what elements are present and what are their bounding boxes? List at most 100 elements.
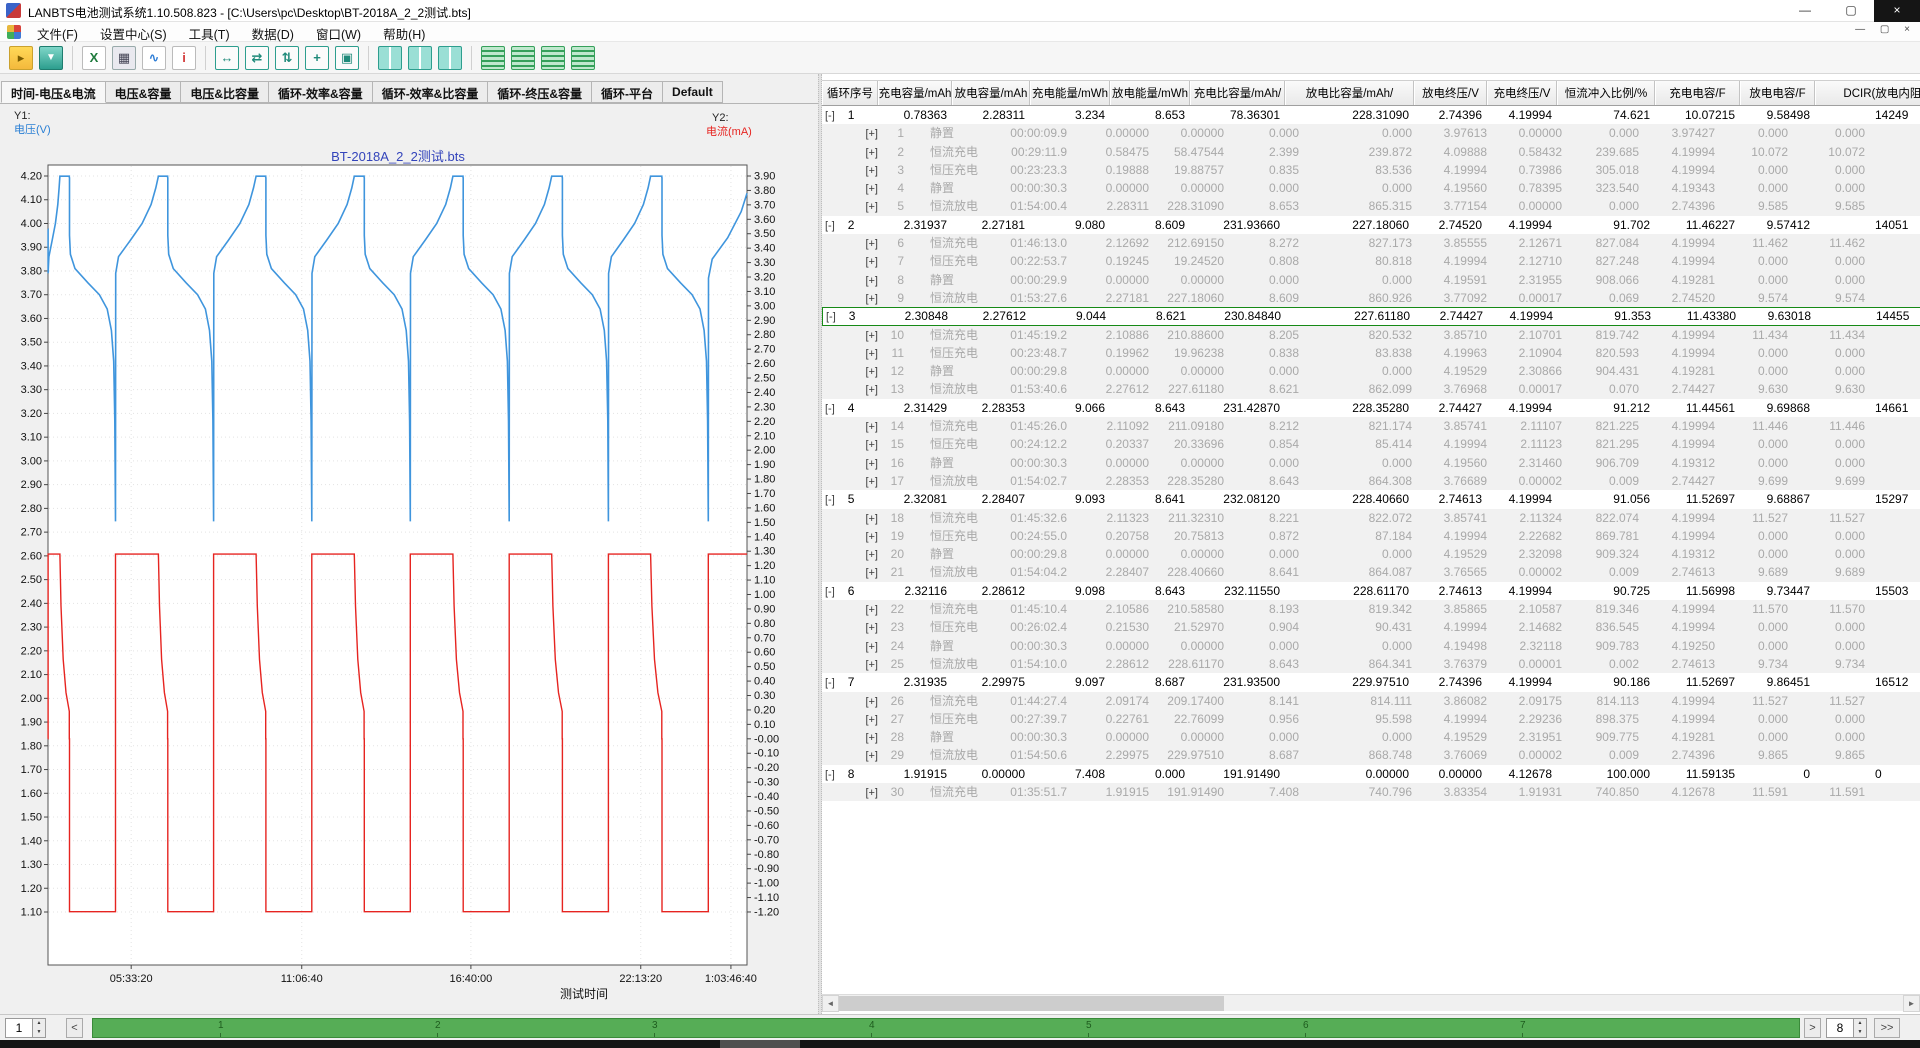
- step-row[interactable]: [+]6恒流充电01:46:13.02.12692212.691508.2728…: [822, 234, 1920, 252]
- step-row[interactable]: [+]2恒流充电00:29:11.90.5847558.475442.39923…: [822, 143, 1920, 161]
- expand-toggle-icon[interactable]: [+]: [865, 513, 878, 525]
- column-header[interactable]: 充电比容量/mAh/: [1190, 81, 1285, 105]
- expand-toggle-icon[interactable]: [+]: [865, 659, 878, 671]
- column-header[interactable]: 放电电容/F: [1740, 81, 1815, 105]
- expand-toggle-icon[interactable]: [+]: [865, 787, 878, 799]
- table-horizontal-scrollbar[interactable]: ◄ ►: [822, 994, 1920, 1011]
- open-file-icon[interactable]: ▸: [9, 46, 33, 70]
- menu-item[interactable]: 帮助(H): [372, 22, 436, 42]
- expand-toggle-icon[interactable]: [+]: [865, 458, 878, 470]
- collapse-toggle-icon[interactable]: [-]: [825, 677, 835, 689]
- step-row[interactable]: [+]3恒压充电00:23:23.30.1988819.887570.83583…: [822, 161, 1920, 179]
- step-row[interactable]: [+]18恒流充电01:45:32.62.11323211.323108.221…: [822, 509, 1920, 527]
- expand-toggle-icon[interactable]: [+]: [865, 641, 878, 653]
- column-header[interactable]: 循环序号: [822, 81, 878, 105]
- scrollbar-thumb[interactable]: [839, 996, 1224, 1011]
- step-row[interactable]: [+]17恒流放电01:54:02.72.28353228.352808.643…: [822, 472, 1920, 490]
- step-row[interactable]: [+]29恒流放电01:54:50.62.29975229.975108.687…: [822, 746, 1920, 764]
- expand-toggle-icon[interactable]: [+]: [865, 476, 878, 488]
- tab-电压&比容量[interactable]: 电压&比容量: [181, 81, 269, 103]
- menu-item[interactable]: 工具(T): [178, 22, 241, 42]
- step-row[interactable]: [+]13恒流放电01:53:40.62.27612227.611808.621…: [822, 380, 1920, 398]
- expand-toggle-icon[interactable]: [+]: [865, 183, 878, 195]
- layout-two-pane-icon[interactable]: [378, 46, 402, 70]
- tab-电压&容量[interactable]: 电压&容量: [106, 81, 182, 103]
- expand-toggle-icon[interactable]: [+]: [865, 714, 878, 726]
- step-row[interactable]: [+]7恒压充电00:22:53.70.1924519.245200.80880…: [822, 252, 1920, 270]
- spin-down-icon[interactable]: ▼: [1853, 1028, 1866, 1037]
- step-row[interactable]: [+]30恒流充电01:35:51.71.91915191.914907.408…: [822, 783, 1920, 801]
- cycle-row[interactable]: [-]22.319372.271819.0808.609231.93660227…: [822, 216, 1920, 234]
- column-header[interactable]: 充电电容/F: [1655, 81, 1740, 105]
- shrink-horizontal-icon[interactable]: ⇄: [245, 46, 269, 70]
- table-view-3-icon[interactable]: [541, 46, 565, 70]
- cycle-row[interactable]: [-]42.314292.283539.0668.643231.42870228…: [822, 399, 1920, 417]
- expand-toggle-icon[interactable]: [+]: [865, 348, 878, 360]
- tab-Default[interactable]: Default: [663, 81, 723, 103]
- expand-icon[interactable]: +: [305, 46, 329, 70]
- step-row[interactable]: [+]8静置00:00:29.90.000000.000000.0000.000…: [822, 271, 1920, 289]
- maximize-button[interactable]: ▢: [1828, 0, 1874, 22]
- close-button[interactable]: ×: [1874, 0, 1920, 22]
- collapse-toggle-icon[interactable]: [-]: [825, 220, 835, 232]
- column-header[interactable]: 恒流冲入比例/%: [1557, 81, 1655, 105]
- step-row[interactable]: [+]23恒压充电00:26:02.40.2153021.529700.9049…: [822, 618, 1920, 636]
- column-header[interactable]: 放电比容量/mAh/: [1285, 81, 1414, 105]
- spin-up-icon[interactable]: ▲: [1853, 1019, 1866, 1028]
- cycle-row[interactable]: [-]32.308482.276129.0448.621230.84840227…: [822, 307, 1920, 325]
- schedule-info-icon[interactable]: i: [172, 46, 196, 70]
- step-row[interactable]: [+]10恒流充电01:45:19.22.10886210.886008.205…: [822, 326, 1920, 344]
- tab-循环-平台[interactable]: 循环-平台: [592, 81, 663, 103]
- step-row[interactable]: [+]9恒流放电01:53:27.62.27181227.180608.6098…: [822, 289, 1920, 307]
- step-row[interactable]: [+]26恒流充电01:44:27.42.09174209.174008.141…: [822, 692, 1920, 710]
- table-view-1-icon[interactable]: [481, 46, 505, 70]
- step-row[interactable]: [+]22恒流充电01:45:10.42.10586210.585808.193…: [822, 600, 1920, 618]
- next-page-button[interactable]: >: [1804, 1018, 1821, 1038]
- collapse-toggle-icon[interactable]: [-]: [825, 586, 835, 598]
- menu-item[interactable]: 数据(D): [241, 22, 305, 42]
- column-header[interactable]: 充电终压/V: [1487, 81, 1557, 105]
- step-row[interactable]: [+]11恒压充电00:23:48.70.1996219.962380.8388…: [822, 344, 1920, 362]
- cycle-range-bar[interactable]: 1234567: [92, 1018, 1800, 1038]
- spin-up-icon[interactable]: ▲: [32, 1019, 45, 1028]
- expand-toggle-icon[interactable]: [+]: [865, 256, 878, 268]
- expand-toggle-icon[interactable]: [+]: [865, 147, 878, 159]
- step-row[interactable]: [+]25恒流放电01:54:10.02.28612228.611708.643…: [822, 655, 1920, 673]
- spin-down-icon[interactable]: ▼: [32, 1028, 45, 1037]
- last-page-button[interactable]: >>: [1874, 1018, 1900, 1038]
- expand-toggle-icon[interactable]: [+]: [865, 165, 878, 177]
- collapse-toggle-icon[interactable]: [-]: [826, 311, 836, 323]
- tab-循环-效率&比容量[interactable]: 循环-效率&比容量: [373, 81, 489, 103]
- column-header[interactable]: 放电终压/V: [1414, 81, 1487, 105]
- collapse-toggle-icon[interactable]: [-]: [825, 403, 835, 415]
- step-row[interactable]: [+]19恒压充电00:24:55.00.2075820.758130.8728…: [822, 527, 1920, 545]
- fit-vertical-icon[interactable]: ⇅: [275, 46, 299, 70]
- expand-toggle-icon[interactable]: [+]: [865, 275, 878, 287]
- mdi-window-controls[interactable]: — ▢ ×: [1855, 24, 1916, 35]
- collapse-toggle-icon[interactable]: [-]: [825, 494, 835, 506]
- step-row[interactable]: [+]20静置00:00:29.80.000000.000000.0000.00…: [822, 545, 1920, 563]
- expand-toggle-icon[interactable]: [+]: [865, 330, 878, 342]
- expand-toggle-icon[interactable]: [+]: [865, 531, 878, 543]
- step-row[interactable]: [+]4静置00:00:30.30.000000.000000.0000.000…: [822, 179, 1920, 197]
- expand-toggle-icon[interactable]: [+]: [865, 238, 878, 250]
- tab-循环-终压&容量[interactable]: 循环-终压&容量: [488, 81, 592, 103]
- expand-toggle-icon[interactable]: [+]: [865, 421, 878, 433]
- cycle-row[interactable]: [-]72.319352.299759.0978.687231.93500229…: [822, 673, 1920, 691]
- report-icon[interactable]: ▦: [112, 46, 136, 70]
- expand-toggle-icon[interactable]: [+]: [865, 750, 878, 762]
- step-row[interactable]: [+]28静置00:00:30.30.000000.000000.0000.00…: [822, 728, 1920, 746]
- cycle-row[interactable]: [-]10.783632.283113.2348.65378.36301228.…: [822, 106, 1920, 124]
- last-page-value[interactable]: 8: [1827, 1019, 1853, 1037]
- expand-toggle-icon[interactable]: [+]: [865, 201, 878, 213]
- expand-toggle-icon[interactable]: [+]: [865, 128, 878, 140]
- fit-width-icon[interactable]: ↔: [215, 46, 239, 70]
- time-voltage-current-chart[interactable]: 4.204.104.003.903.803.703.603.503.403.30…: [0, 106, 818, 1014]
- tab-时间-电压&电流[interactable]: 时间-电压&电流: [1, 81, 106, 103]
- layout-left-pane-icon[interactable]: [408, 46, 432, 70]
- collapse-toggle-icon[interactable]: [-]: [825, 769, 835, 781]
- expand-toggle-icon[interactable]: [+]: [865, 549, 878, 561]
- prev-page-button[interactable]: <: [66, 1018, 83, 1038]
- save-file-icon[interactable]: ▼: [39, 46, 63, 70]
- expand-toggle-icon[interactable]: [+]: [865, 732, 878, 744]
